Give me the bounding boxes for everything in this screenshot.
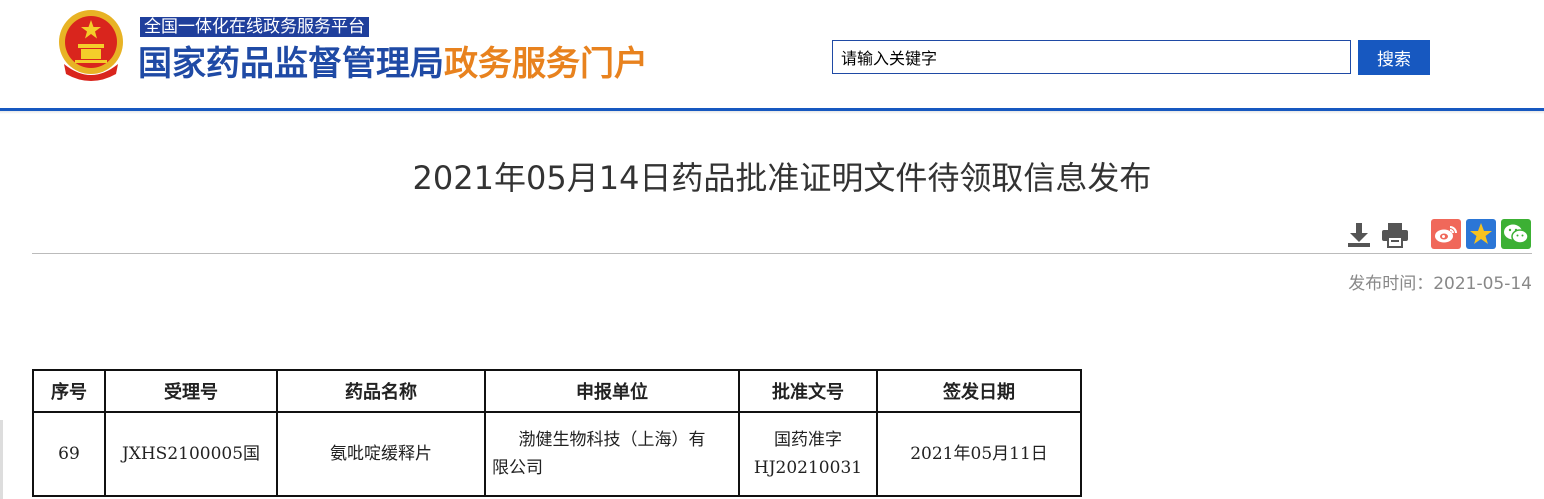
page-left-edge [0, 420, 3, 499]
national-emblem-icon [59, 10, 123, 81]
column-header-applicant: 申报单位 [484, 369, 740, 413]
site-title[interactable]: 国家药品监督管理局政务服务门户 [138, 43, 648, 85]
print-icon[interactable] [1380, 220, 1410, 250]
column-header-approval-no: 批准文号 [738, 369, 878, 413]
header-rule-shadow [0, 111, 1544, 114]
table-header-row: 序号 受理号 药品名称 申报单位 批准文号 签发日期 [32, 369, 1082, 413]
search-input[interactable] [832, 40, 1351, 74]
search-button[interactable]: 搜索 [1358, 40, 1430, 75]
platform-label[interactable]: 全国一体化在线政务服务平台 [140, 17, 369, 37]
weibo-icon[interactable] [1431, 219, 1461, 249]
cell-index: 69 [32, 411, 106, 497]
wechat-icon[interactable] [1501, 219, 1531, 249]
site-header: 全国一体化在线政务服务平台 国家药品监督管理局政务服务门户 搜索 [0, 0, 1544, 110]
cell-approval-line1: 国药准字 [774, 430, 842, 450]
cell-issue-date: 2021年05月11日 [876, 411, 1082, 497]
publish-time-value: 2021-05-14 [1433, 274, 1532, 294]
download-icon[interactable] [1344, 220, 1374, 250]
cell-approval-no: 国药准字 HJ20210031 [738, 411, 878, 497]
approval-table: 序号 受理号 药品名称 申报单位 批准文号 签发日期 69 JXHS210000… [32, 369, 1082, 497]
column-header-acceptance-no: 受理号 [104, 369, 278, 413]
site-title-sub: 政务服务门户 [444, 44, 648, 84]
cell-acceptance-no: JXHS2100005国 [104, 411, 278, 497]
publish-time-label: 发布时间： [1348, 274, 1434, 294]
cell-applicant-line1: 渤健生物科技（上海）有 [518, 430, 706, 450]
title-divider [32, 253, 1532, 254]
favorite-star-icon[interactable] [1466, 219, 1496, 249]
column-header-issue-date: 签发日期 [876, 369, 1082, 413]
column-header-drug-name: 药品名称 [276, 369, 486, 413]
cell-applicant-line2: 限公司 [492, 458, 543, 478]
cell-approval-line2: HJ20210031 [753, 458, 863, 478]
cell-applicant: 渤健生物科技（上海）有 限公司 [484, 411, 740, 497]
cell-drug-name: 氨吡啶缓释片 [276, 411, 486, 497]
column-header-index: 序号 [32, 369, 106, 413]
publish-time: 发布时间：2021-05-14 [1348, 269, 1532, 294]
site-title-main: 国家药品监督管理局 [138, 44, 444, 84]
table-row: 69 JXHS2100005国 氨吡啶缓释片 渤健生物科技（上海）有 限公司 国… [32, 411, 1082, 497]
page-title: 2021年05月14日药品批准证明文件待领取信息发布 [412, 159, 1152, 197]
